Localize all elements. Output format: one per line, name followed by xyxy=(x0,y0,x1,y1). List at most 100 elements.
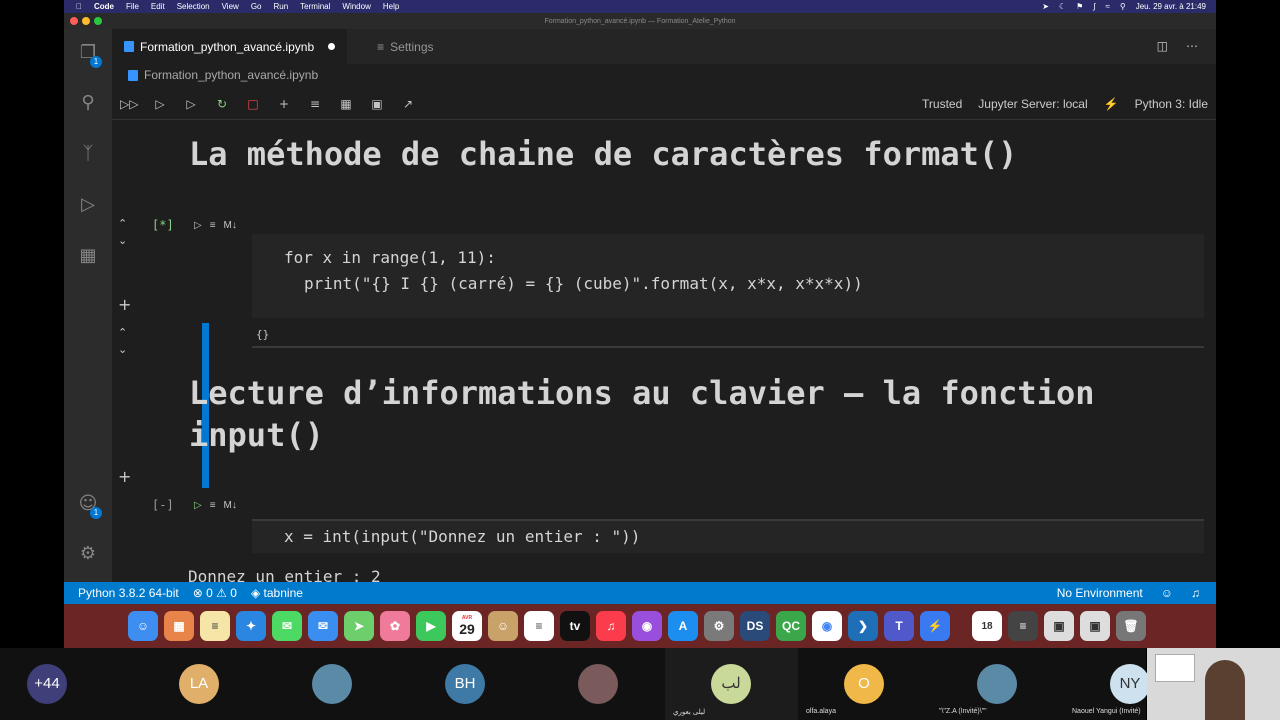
tab-notebook[interactable]: Formation_python_avancé.ipynb xyxy=(112,29,348,64)
unsaved-dot-icon[interactable] xyxy=(328,43,336,50)
run-by-line-icon[interactable]: ≡ xyxy=(210,220,216,231)
save-icon[interactable]: ▣ xyxy=(368,95,386,113)
messages-icon[interactable]: ✉ xyxy=(272,611,302,641)
menu-edit[interactable]: Edit xyxy=(151,2,165,11)
run-all-icon[interactable]: ▷▷ xyxy=(120,95,138,113)
menu-view[interactable]: View xyxy=(222,2,239,11)
participant-tile[interactable] xyxy=(532,648,665,720)
mail-icon[interactable]: ✉ xyxy=(308,611,338,641)
markdown-heading-format[interactable]: La méthode de chaine de caractères forma… xyxy=(189,135,1017,173)
menu-selection[interactable]: Selection xyxy=(177,2,210,11)
trusted-label[interactable]: Trusted xyxy=(922,97,962,111)
run-cell-icon[interactable]: ▷ xyxy=(194,500,202,511)
menu-run[interactable]: Run xyxy=(273,2,288,11)
plug-icon[interactable]: ⚡ xyxy=(1104,97,1119,111)
run-below-icon[interactable]: ▷ xyxy=(182,95,200,113)
photos-icon[interactable]: ✿ xyxy=(380,611,410,641)
code-cell-editor[interactable]: x = int(input("Donnez un entier : ")) xyxy=(252,521,1204,553)
safari-icon[interactable]: ✦ xyxy=(236,611,266,641)
calendar-icon[interactable]: AVR 29 xyxy=(452,611,482,641)
gear-icon[interactable]: ⚙ xyxy=(76,542,100,566)
qc-app-icon[interactable]: QC xyxy=(776,611,806,641)
cell-language-label[interactable]: M↓ xyxy=(224,500,237,511)
dock-document-icon[interactable]: ▣ xyxy=(1044,611,1074,641)
search-icon[interactable]: ⚲ xyxy=(1120,2,1126,11)
system-preferences-icon[interactable]: ⚙ xyxy=(704,611,734,641)
moon-icon[interactable]: ☾ xyxy=(1059,2,1066,11)
self-view-video[interactable] xyxy=(1147,648,1280,720)
dock-window-thumb-icon[interactable]: ≡ xyxy=(1008,611,1038,641)
run-debug-icon[interactable]: ▷ xyxy=(76,193,100,217)
menubar-clock[interactable]: Jeu. 29 avr. à 21:49 xyxy=(1136,2,1206,11)
add-cell-between-icon[interactable]: + xyxy=(118,467,131,486)
finder-icon[interactable]: ☺ xyxy=(128,611,158,641)
more-actions-icon[interactable]: ⋯ xyxy=(1186,39,1198,53)
add-cell-icon[interactable]: + xyxy=(275,95,293,113)
source-control-icon[interactable]: ᛉ xyxy=(76,142,100,166)
participant-tile[interactable]: "\"Z.A (Invité)\"" xyxy=(931,648,1064,720)
apple-icon[interactable]:  xyxy=(76,2,82,11)
code-cell-editor[interactable]: for x in range(1, 11): print("{} I {} (c… xyxy=(252,234,1204,318)
python-interpreter[interactable]: Python 3.8.2 64-bit xyxy=(78,586,179,600)
music-icon[interactable]: ♫ xyxy=(596,611,626,641)
extensions-icon[interactable]: ▦ xyxy=(76,244,100,268)
jupyter-server-label[interactable]: Jupyter Server: local xyxy=(978,97,1087,111)
ds-app-icon[interactable]: DS xyxy=(740,611,770,641)
trash-icon[interactable]: 🗑 xyxy=(1116,611,1146,641)
clear-outputs-icon[interactable]: ≡ xyxy=(306,95,324,113)
minimize-window-button[interactable] xyxy=(82,17,90,25)
menu-app-name[interactable]: Code xyxy=(94,2,114,11)
messenger-icon[interactable]: ⚡ xyxy=(920,611,950,641)
move-cell-up-icon[interactable]: ⌃ xyxy=(118,326,127,339)
add-cell-between-icon[interactable]: + xyxy=(118,295,131,314)
kernel-status-label[interactable]: Python 3: Idle xyxy=(1135,97,1208,111)
launchpad-icon[interactable]: ▦ xyxy=(164,611,194,641)
tab-settings[interactable]: ≡ Settings xyxy=(347,29,445,64)
app-store-icon[interactable]: A xyxy=(668,611,698,641)
flag-icon[interactable]: ⚑ xyxy=(1076,2,1083,11)
menu-help[interactable]: Help xyxy=(383,2,399,11)
problems-indicator[interactable]: ⊗ 0 ⚠ 0 xyxy=(193,586,237,600)
dock-date-icon[interactable]: 18 xyxy=(972,611,1002,641)
maps-icon[interactable]: ➤ xyxy=(344,611,374,641)
run-above-icon[interactable]: ▷ xyxy=(151,95,169,113)
reminders-icon[interactable]: ≡ xyxy=(524,611,554,641)
participant-tile[interactable]: +44 xyxy=(0,648,133,720)
feedback-icon[interactable]: ☺ xyxy=(1161,586,1173,600)
chrome-icon[interactable]: ◉ xyxy=(812,611,842,641)
podcasts-icon[interactable]: ◉ xyxy=(632,611,662,641)
search-icon[interactable]: ⚲ xyxy=(76,91,100,115)
move-cell-down-icon[interactable]: ⌄ xyxy=(118,234,127,247)
vscode-icon[interactable]: ❯ xyxy=(848,611,878,641)
maximize-window-button[interactable] xyxy=(94,17,102,25)
bluetooth-icon[interactable]: ∫ xyxy=(1093,2,1095,11)
dock-document-icon[interactable]: ▣ xyxy=(1080,611,1110,641)
breadcrumb-file[interactable]: Formation_python_avancé.ipynb xyxy=(144,68,318,82)
environment-label[interactable]: No Environment xyxy=(1057,586,1143,600)
participant-tile[interactable]: لب ليلى بعوري xyxy=(665,648,798,720)
close-window-button[interactable] xyxy=(70,17,78,25)
participant-tile[interactable]: BH xyxy=(399,648,532,720)
teams-icon[interactable]: T xyxy=(884,611,914,641)
menu-terminal[interactable]: Terminal xyxy=(300,2,330,11)
facetime-icon[interactable]: ▶ xyxy=(416,611,446,641)
menu-file[interactable]: File xyxy=(126,2,139,11)
markdown-heading-input[interactable]: Lecture d’informations au clavier – la f… xyxy=(189,372,1094,456)
move-cell-down-icon[interactable]: ⌄ xyxy=(118,343,127,356)
menu-window[interactable]: Window xyxy=(342,2,370,11)
move-cell-up-icon[interactable]: ⌃ xyxy=(118,217,127,230)
tabnine-status[interactable]: ◈ tabnine xyxy=(251,586,303,600)
location-icon[interactable]: ➤ xyxy=(1042,2,1049,11)
notes-icon[interactable]: ≡ xyxy=(200,611,230,641)
wifi-icon[interactable]: ≈ xyxy=(1105,2,1109,11)
contacts-icon[interactable]: ☺ xyxy=(488,611,518,641)
participant-tile[interactable]: LA xyxy=(133,648,266,720)
participant-tile[interactable] xyxy=(266,648,399,720)
restart-kernel-icon[interactable]: ↻ xyxy=(213,95,231,113)
interrupt-kernel-icon[interactable]: □ xyxy=(244,95,262,113)
split-editor-icon[interactable]: ◫ xyxy=(1157,39,1168,53)
raw-cell-marker[interactable]: {} xyxy=(256,328,269,341)
variables-icon[interactable]: ▦ xyxy=(337,95,355,113)
run-cell-icon[interactable]: ▷ xyxy=(194,220,202,231)
cell-language-label[interactable]: M↓ xyxy=(224,220,237,231)
